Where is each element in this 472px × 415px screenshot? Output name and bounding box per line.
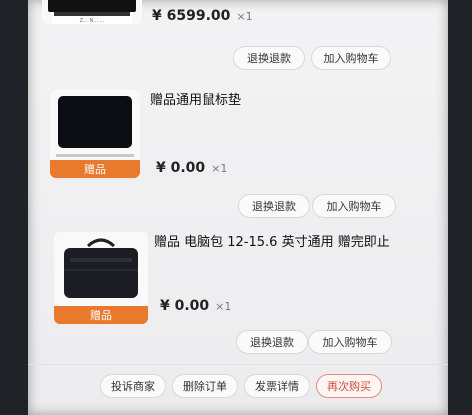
order-detail-screen: Z... N... ... ¥ 6599.00 ×1 退换退款 加入购物车 赠品 … xyxy=(28,0,448,415)
item-title[interactable]: 赠品通用鼠标垫 xyxy=(150,92,241,110)
laptop-thumbnail[interactable]: Z... N... ... xyxy=(42,0,142,24)
add-to-cart-label: 加入购物车 xyxy=(326,200,382,213)
complain-merchant-button[interactable]: 投诉商家 xyxy=(100,374,166,398)
price-value: ¥ 0.00 xyxy=(160,298,210,314)
laptop-image-icon: Z... N... ... xyxy=(48,0,136,24)
add-to-cart-button[interactable]: 加入购物车 xyxy=(312,194,396,218)
buy-again-label: 再次购买 xyxy=(327,380,371,393)
add-to-cart-label: 加入购物车 xyxy=(323,52,379,65)
quantity: ×1 xyxy=(211,162,228,175)
delete-order-label: 删除订单 xyxy=(183,380,227,393)
refund-button[interactable]: 退换退款 xyxy=(238,194,310,218)
laptop-bag-image-icon xyxy=(64,238,138,298)
gift-badge: 赠品 xyxy=(50,160,140,178)
invoice-details-label: 发票详情 xyxy=(255,380,299,393)
add-to-cart-label: 加入购物车 xyxy=(322,336,378,349)
laptop-bag-thumbnail[interactable]: 赠品 xyxy=(54,232,148,324)
refund-button[interactable]: 退换退款 xyxy=(233,46,305,70)
mousepad-thumbnail[interactable]: 赠品 xyxy=(50,90,140,178)
section-divider xyxy=(28,364,448,365)
item-price: ¥ 0.00 ×1 xyxy=(156,160,227,176)
item-title[interactable]: 赠品 电脑包 12-15.6 英寸通用 赠完即止 xyxy=(154,234,394,252)
quantity: ×1 xyxy=(215,300,232,313)
refund-label: 退换退款 xyxy=(250,336,294,349)
price-value: ¥ 0.00 xyxy=(156,160,206,176)
item-price: ¥ 0.00 ×1 xyxy=(160,298,231,314)
gift-badge-label: 赠品 xyxy=(90,309,112,322)
item-price: ¥ 6599.00 ×1 xyxy=(152,8,253,24)
complain-merchant-label: 投诉商家 xyxy=(111,380,155,393)
gift-badge: 赠品 xyxy=(54,306,148,324)
quantity: ×1 xyxy=(236,10,253,23)
invoice-details-button[interactable]: 发票详情 xyxy=(244,374,310,398)
gift-badge-label: 赠品 xyxy=(84,163,106,176)
add-to-cart-button[interactable]: 加入购物车 xyxy=(308,330,392,354)
refund-button[interactable]: 退换退款 xyxy=(236,330,308,354)
refund-label: 退换退款 xyxy=(247,52,291,65)
refund-label: 退换退款 xyxy=(252,200,296,213)
add-to-cart-button[interactable]: 加入购物车 xyxy=(311,46,391,70)
buy-again-button[interactable]: 再次购买 xyxy=(316,374,382,398)
mousepad-image-icon xyxy=(56,96,134,157)
thumb-caption: Z... N... ... xyxy=(80,18,105,24)
delete-order-button[interactable]: 删除订单 xyxy=(172,374,238,398)
price-value: ¥ 6599.00 xyxy=(152,8,231,24)
